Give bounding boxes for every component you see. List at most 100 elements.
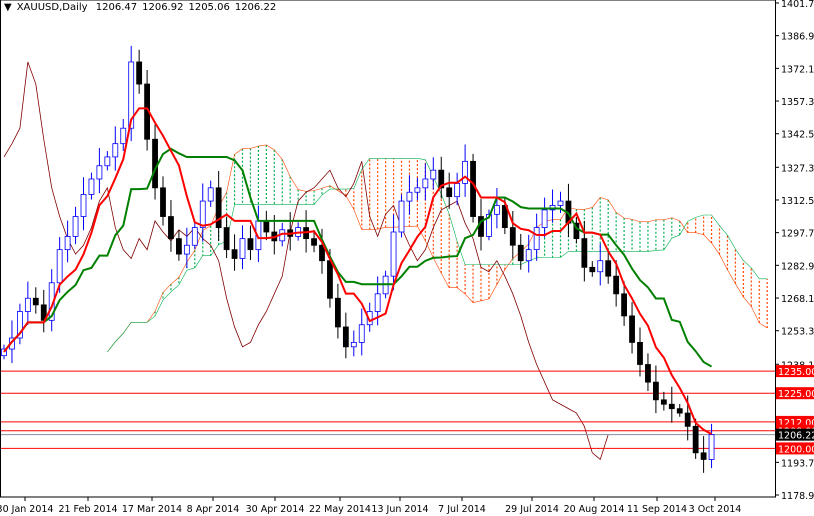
candle-body: [660, 399, 667, 405]
x-tick-label: 13 Jun 2014: [371, 504, 428, 515]
candle-body: [398, 200, 405, 233]
candle-body: [247, 238, 254, 251]
candle-body: [175, 238, 182, 255]
chart-header: ▼ XAUUSD,Daily 1206.47 1206.92 1205.06 1206.…: [4, 2, 281, 13]
candle-body: [358, 324, 365, 343]
chikou-span: [3, 61, 609, 461]
candle-body: [311, 238, 317, 246]
kijun-sen: [3, 147, 713, 368]
candle-body: [700, 452, 707, 460]
candle-body: [327, 260, 333, 299]
y-tick-label: 1312.50: [781, 196, 814, 207]
y-tick-label: 1282.90: [781, 261, 814, 272]
candle-body: [199, 200, 206, 228]
candle-body: [72, 216, 79, 237]
candle-body: [470, 160, 476, 217]
y-tick-label: 1372.10: [781, 64, 814, 75]
y-tick-label: 1386.90: [781, 32, 814, 43]
candle-body: [629, 315, 635, 343]
candle-body: [668, 403, 675, 410]
x-tick-label: 22 May 2014: [309, 504, 371, 515]
candle-body: [207, 187, 214, 202]
candle-body: [24, 297, 31, 312]
x-tick-label: 17 Mar 2014: [122, 504, 182, 515]
candle-body: [239, 238, 246, 259]
x-tick-label: 21 Feb 2014: [58, 504, 117, 515]
candle-body: [597, 260, 604, 273]
candle-body: [581, 238, 588, 268]
candle-body: [422, 178, 429, 189]
candle-body: [342, 326, 349, 348]
candle-body: [390, 231, 397, 277]
level-label: 1200.00: [778, 444, 814, 455]
x-tick-label: 30 Apr 2014: [246, 504, 305, 515]
candle-body: [88, 178, 95, 195]
x-tick-label: 30 Jan 2014: [0, 504, 53, 515]
plot-frame: [0, 0, 776, 498]
current-price-label: 1206.22: [778, 431, 814, 442]
x-tick-label: 7 Jul 2014: [438, 504, 486, 515]
candle-body: [653, 381, 659, 401]
y-tick-label: 1297.70: [781, 229, 814, 240]
candle-body: [191, 227, 198, 246]
candle-body: [334, 297, 341, 328]
candle-body: [462, 160, 469, 184]
y-tick-label: 1268.10: [781, 294, 814, 305]
low-value: 1205.06: [188, 2, 230, 13]
y-tick-label: 1342.50: [781, 130, 814, 141]
candle-body: [231, 249, 238, 259]
candle-body: [692, 425, 699, 454]
candle-body: [152, 138, 158, 189]
candle-body: [350, 342, 357, 348]
candle-body: [160, 187, 166, 217]
candle-body: [517, 244, 524, 262]
candle-body: [525, 249, 532, 262]
open-value: 1206.47: [95, 2, 138, 13]
candle-body: [374, 293, 381, 312]
candle-body: [645, 364, 651, 383]
candle-body: [605, 260, 612, 277]
candle-body: [446, 187, 453, 198]
candle-body: [112, 143, 119, 158]
candle-body: [56, 249, 63, 284]
x-tick-label: 8 Apr 2014: [187, 504, 240, 515]
y-tick-label: 1193.70: [781, 458, 814, 469]
candle-body: [509, 227, 516, 246]
high-value: 1206.92: [142, 2, 184, 13]
candle-body: [613, 275, 620, 295]
candle-body: [406, 191, 413, 202]
y-tick-label: 1357.30: [781, 97, 814, 108]
x-tick-label: 29 Jul 2014: [505, 504, 559, 515]
senkou-span-b: [107, 158, 768, 353]
y-tick-label: 1253.30: [781, 327, 814, 338]
candle-body: [96, 165, 103, 180]
y-tick-label: 1178.90: [781, 491, 814, 502]
senkou-span-a: [107, 144, 768, 353]
candle-body: [80, 194, 87, 217]
candle-body: [676, 408, 683, 414]
candle-body: [32, 297, 39, 306]
candle-body: [454, 183, 461, 198]
x-tick-label: 20 Aug 2014: [564, 504, 625, 515]
candle-body: [541, 209, 548, 228]
candle-body: [637, 342, 643, 365]
candle-body: [684, 412, 691, 427]
candle-body: [708, 434, 715, 460]
candle-body: [493, 205, 500, 215]
y-tick-label: 1401.70: [781, 0, 814, 10]
y-tick-label: 1327.30: [781, 163, 814, 174]
candle-body: [223, 227, 230, 251]
candle-body: [183, 244, 190, 255]
x-tick-label: 11 Sep 2014: [627, 504, 687, 515]
symbol-label: XAUUSD,Daily: [16, 2, 88, 13]
price-chart[interactable]: 1401.70 1386.90 1372.10 1357.30 1342.50 1327.…: [0, 0, 814, 516]
dropdown-arrow-icon[interactable]: ▼: [4, 2, 12, 13]
candle-body: [557, 200, 564, 206]
level-label: 1225.00: [778, 389, 814, 400]
candle-body: [168, 216, 174, 240]
candle-body: [64, 236, 71, 251]
candle-body: [120, 127, 127, 145]
candle-body: [414, 187, 421, 193]
close-value: 1206.22: [234, 2, 277, 13]
candle-body: [589, 266, 596, 273]
